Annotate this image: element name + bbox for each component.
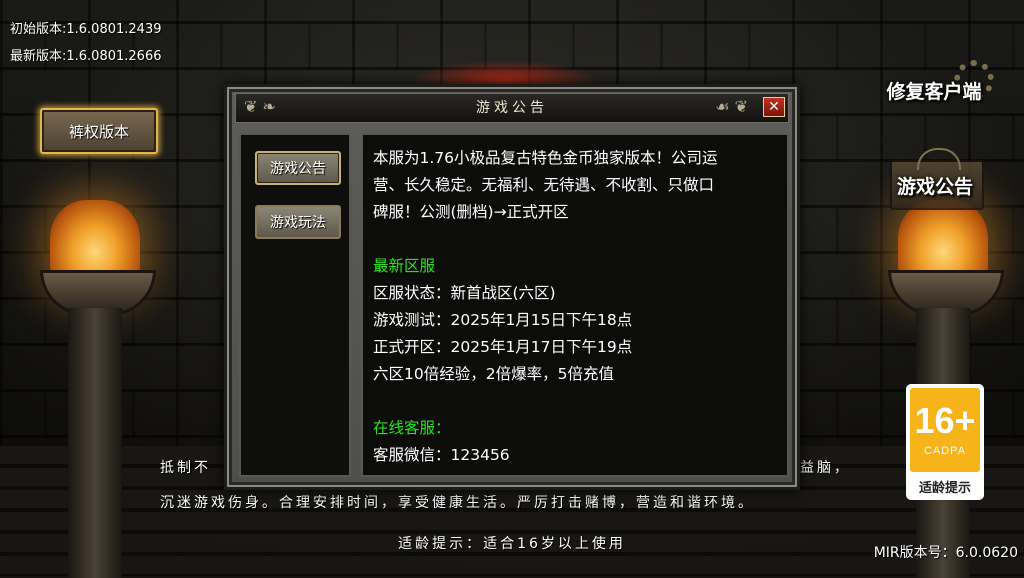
age-hint: 适龄提示：适合16岁以上使用	[398, 536, 626, 552]
repair-client-button[interactable]: 修复客户端	[872, 60, 996, 120]
copyright-version-button[interactable]: 裤权版本	[40, 108, 158, 154]
content-line	[373, 388, 779, 415]
age-rating-tip: 适龄提示	[918, 481, 971, 496]
left-torch	[40, 200, 156, 578]
advice-line-1-end: 益脑，	[800, 460, 851, 476]
close-icon: ✕	[768, 99, 780, 115]
game-notice-dialog: ❦ ❧ 游戏公告 ☙ ❦ ✕ 游戏公告 游戏玩法 本服为1.76小极品复古特色金…	[224, 84, 800, 490]
age-rating-badge[interactable]: 16+ CADPA 适龄提示	[906, 384, 984, 500]
game-notice-label: 游戏公告	[896, 175, 973, 198]
tab-game-rules[interactable]: 游戏玩法	[255, 205, 341, 239]
game-notice-button[interactable]: 游戏公告	[880, 150, 990, 220]
content-line: 营、长久稳定。无福利、无待遇、不收割、只做口	[373, 176, 715, 194]
tab-panel: 游戏公告 游戏玩法	[239, 133, 351, 477]
section-heading: 最新区服	[373, 257, 436, 275]
content-line: 正式开区：2025年1月17日下午19点	[373, 338, 633, 356]
content-line: 区服状态：新首战区(六区)	[373, 284, 556, 302]
dialog-header: ❦ ❧ 游戏公告 ☙ ❦ ✕	[235, 93, 789, 123]
initial-version: 初始版本:1.6.0801.2439	[10, 22, 162, 37]
close-button[interactable]: ✕	[763, 97, 785, 117]
tab-game-notice[interactable]: 游戏公告	[255, 151, 341, 185]
content-line	[373, 226, 779, 253]
ornament-icon: ☙ ❦	[715, 97, 748, 116]
age-rating-number: 16+	[914, 400, 976, 441]
section-heading: 在线客服：	[373, 419, 451, 437]
content-line: 本服为1.76小极品复古特色金币独家版本！公司运	[373, 149, 718, 167]
age-rating-panel: 16+ CADPA	[910, 388, 980, 472]
latest-version: 最新版本:1.6.0801.2666	[10, 49, 162, 64]
content-line: 游戏测试：2025年1月15日下午18点	[373, 311, 633, 329]
content-line: 碑服！公测(删档)→正式开区	[373, 203, 569, 221]
repair-client-label: 修复客户端	[886, 80, 982, 103]
advice-line-2: 沉迷游戏伤身。合理安排时间，享受健康生活。严厉打击赌博，营造和谐环境。	[160, 495, 755, 511]
notice-content[interactable]: 本服为1.76小极品复古特色金币独家版本！公司运 营、长久稳定。无福利、无待遇、不…	[361, 133, 789, 477]
age-rating-org: CADPA	[923, 445, 967, 457]
content-line: 客服微信：123456	[373, 446, 510, 464]
content-line: 六区10倍经验，2倍爆率，5倍充值	[373, 365, 614, 383]
advice-line-1-start: 抵制不	[160, 460, 211, 476]
